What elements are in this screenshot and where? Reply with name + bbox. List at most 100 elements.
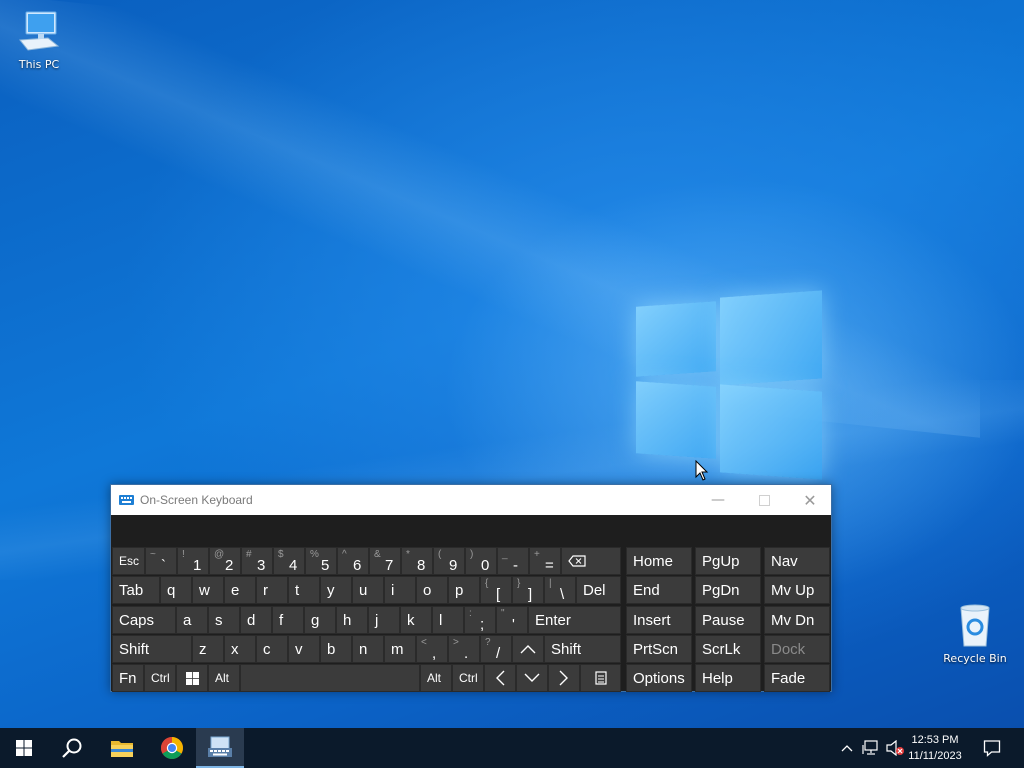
key-mv-up[interactable]: Mv Up [764,576,830,604]
context-menu-key[interactable] [580,664,621,692]
key-0[interactable]: ) 0 [465,547,497,575]
key-x[interactable]: x [224,635,256,663]
key-r[interactable]: r [256,576,288,604]
search-icon [62,738,82,758]
key-label: d [247,611,256,629]
recycle-bin-icon[interactable]: Recycle Bin [940,602,1010,665]
maximize-button[interactable] [741,485,787,515]
chrome-button[interactable] [148,728,196,768]
key-b[interactable]: b [320,635,352,663]
key-c[interactable]: c [256,635,288,663]
key-[interactable]: >. [448,635,480,663]
search-button[interactable] [48,728,96,768]
key-pgup[interactable]: PgUp [695,547,761,575]
key-[interactable]: {[ [480,576,512,604]
key-label: Ctrl [459,671,478,685]
key-e[interactable]: e [224,576,256,604]
key-dock[interactable]: Dock [764,635,830,663]
key-home[interactable]: Home [626,547,692,575]
key-[interactable]: }] [512,576,544,604]
backspace-key[interactable] [561,547,621,575]
key-del[interactable]: Del [576,576,621,604]
key-g[interactable]: g [304,606,336,634]
key-fade[interactable]: Fade [764,664,830,692]
key-5[interactable]: % 5 [305,547,337,575]
key-alt[interactable]: Alt [208,664,240,692]
key-[interactable]: ~ ` [145,547,177,575]
left-arrow-key[interactable] [484,664,516,692]
key-u[interactable]: u [352,576,384,604]
file-explorer-button[interactable] [98,728,146,768]
key-6[interactable]: ^ 6 [337,547,369,575]
key-k[interactable]: k [400,606,432,634]
title-bar[interactable]: On-Screen Keyboard — ✕ [111,485,831,515]
down-arrow-key[interactable] [516,664,548,692]
key-z[interactable]: z [192,635,224,663]
close-button[interactable]: ✕ [787,485,833,515]
this-pc-icon[interactable]: This PC [4,10,74,71]
key-[interactable]: + = [529,547,561,575]
key-o[interactable]: o [416,576,448,604]
key-[interactable]: ? / [480,635,512,663]
key-[interactable]: :; [464,606,496,634]
key-1[interactable]: ! 1 [177,547,209,575]
right-arrow-key[interactable] [548,664,580,692]
key-nav[interactable]: Nav [764,547,830,575]
key-options[interactable]: Options [626,664,692,692]
key-esc[interactable]: Esc [112,547,145,575]
key-insert[interactable]: Insert [626,606,692,634]
key-end[interactable]: End [626,576,692,604]
key-v[interactable]: v [288,635,320,663]
key-[interactable]: _ - [497,547,529,575]
key-h[interactable]: h [336,606,368,634]
key-t[interactable]: t [288,576,320,604]
key-l[interactable]: l [432,606,464,634]
key-m[interactable]: m [384,635,416,663]
start-button[interactable] [0,728,48,768]
key-[interactable]: " ' [496,606,528,634]
key-y[interactable]: y [320,576,352,604]
up-arrow-key[interactable] [512,635,544,663]
key-pgdn[interactable]: PgDn [695,576,761,604]
space-key[interactable] [240,664,420,692]
key-w[interactable]: w [192,576,224,604]
clock[interactable]: 12:53 PM 11/11/2023 [902,732,968,764]
windows-key[interactable] [176,664,208,692]
key-f[interactable]: f [272,606,304,634]
key-[interactable]: <, [416,635,448,663]
key-prtscn[interactable]: PrtScn [626,635,692,663]
key-help[interactable]: Help [695,664,761,692]
key-tab[interactable]: Tab [112,576,160,604]
key-ctrl[interactable]: Ctrl [452,664,484,692]
key-d[interactable]: d [240,606,272,634]
key-s[interactable]: s [208,606,240,634]
minimize-button[interactable]: — [695,485,741,515]
key-shift[interactable]: Shift [112,635,192,663]
on-screen-keyboard-taskbar-button[interactable] [196,728,244,768]
show-hidden-icons-button[interactable] [838,728,856,768]
key-4[interactable]: $4 [273,547,305,575]
key-n[interactable]: n [352,635,384,663]
key-i[interactable]: i [384,576,416,604]
key-2[interactable]: @2 [209,547,241,575]
key-ctrl[interactable]: Ctrl [144,664,176,692]
key-q[interactable]: q [160,576,192,604]
key-fn[interactable]: Fn [112,664,144,692]
key-alt[interactable]: Alt [420,664,452,692]
key-9[interactable]: (9 [433,547,465,575]
key-scrlk[interactable]: ScrLk [695,635,761,663]
key-[interactable]: | \ [544,576,576,604]
key-shift[interactable]: Shift [544,635,621,663]
key-j[interactable]: j [368,606,400,634]
key-8[interactable]: * 8 [401,547,433,575]
action-center-button[interactable] [976,728,1008,768]
key-mv-dn[interactable]: Mv Dn [764,606,830,634]
key-3[interactable]: #3 [241,547,273,575]
key-enter[interactable]: Enter [528,606,621,634]
key-a[interactable]: a [176,606,208,634]
key-7[interactable]: & 7 [369,547,401,575]
key-pause[interactable]: Pause [695,606,761,634]
key-p[interactable]: p [448,576,480,604]
key-caps[interactable]: Caps [112,606,176,634]
network-status-button[interactable] [860,728,882,768]
